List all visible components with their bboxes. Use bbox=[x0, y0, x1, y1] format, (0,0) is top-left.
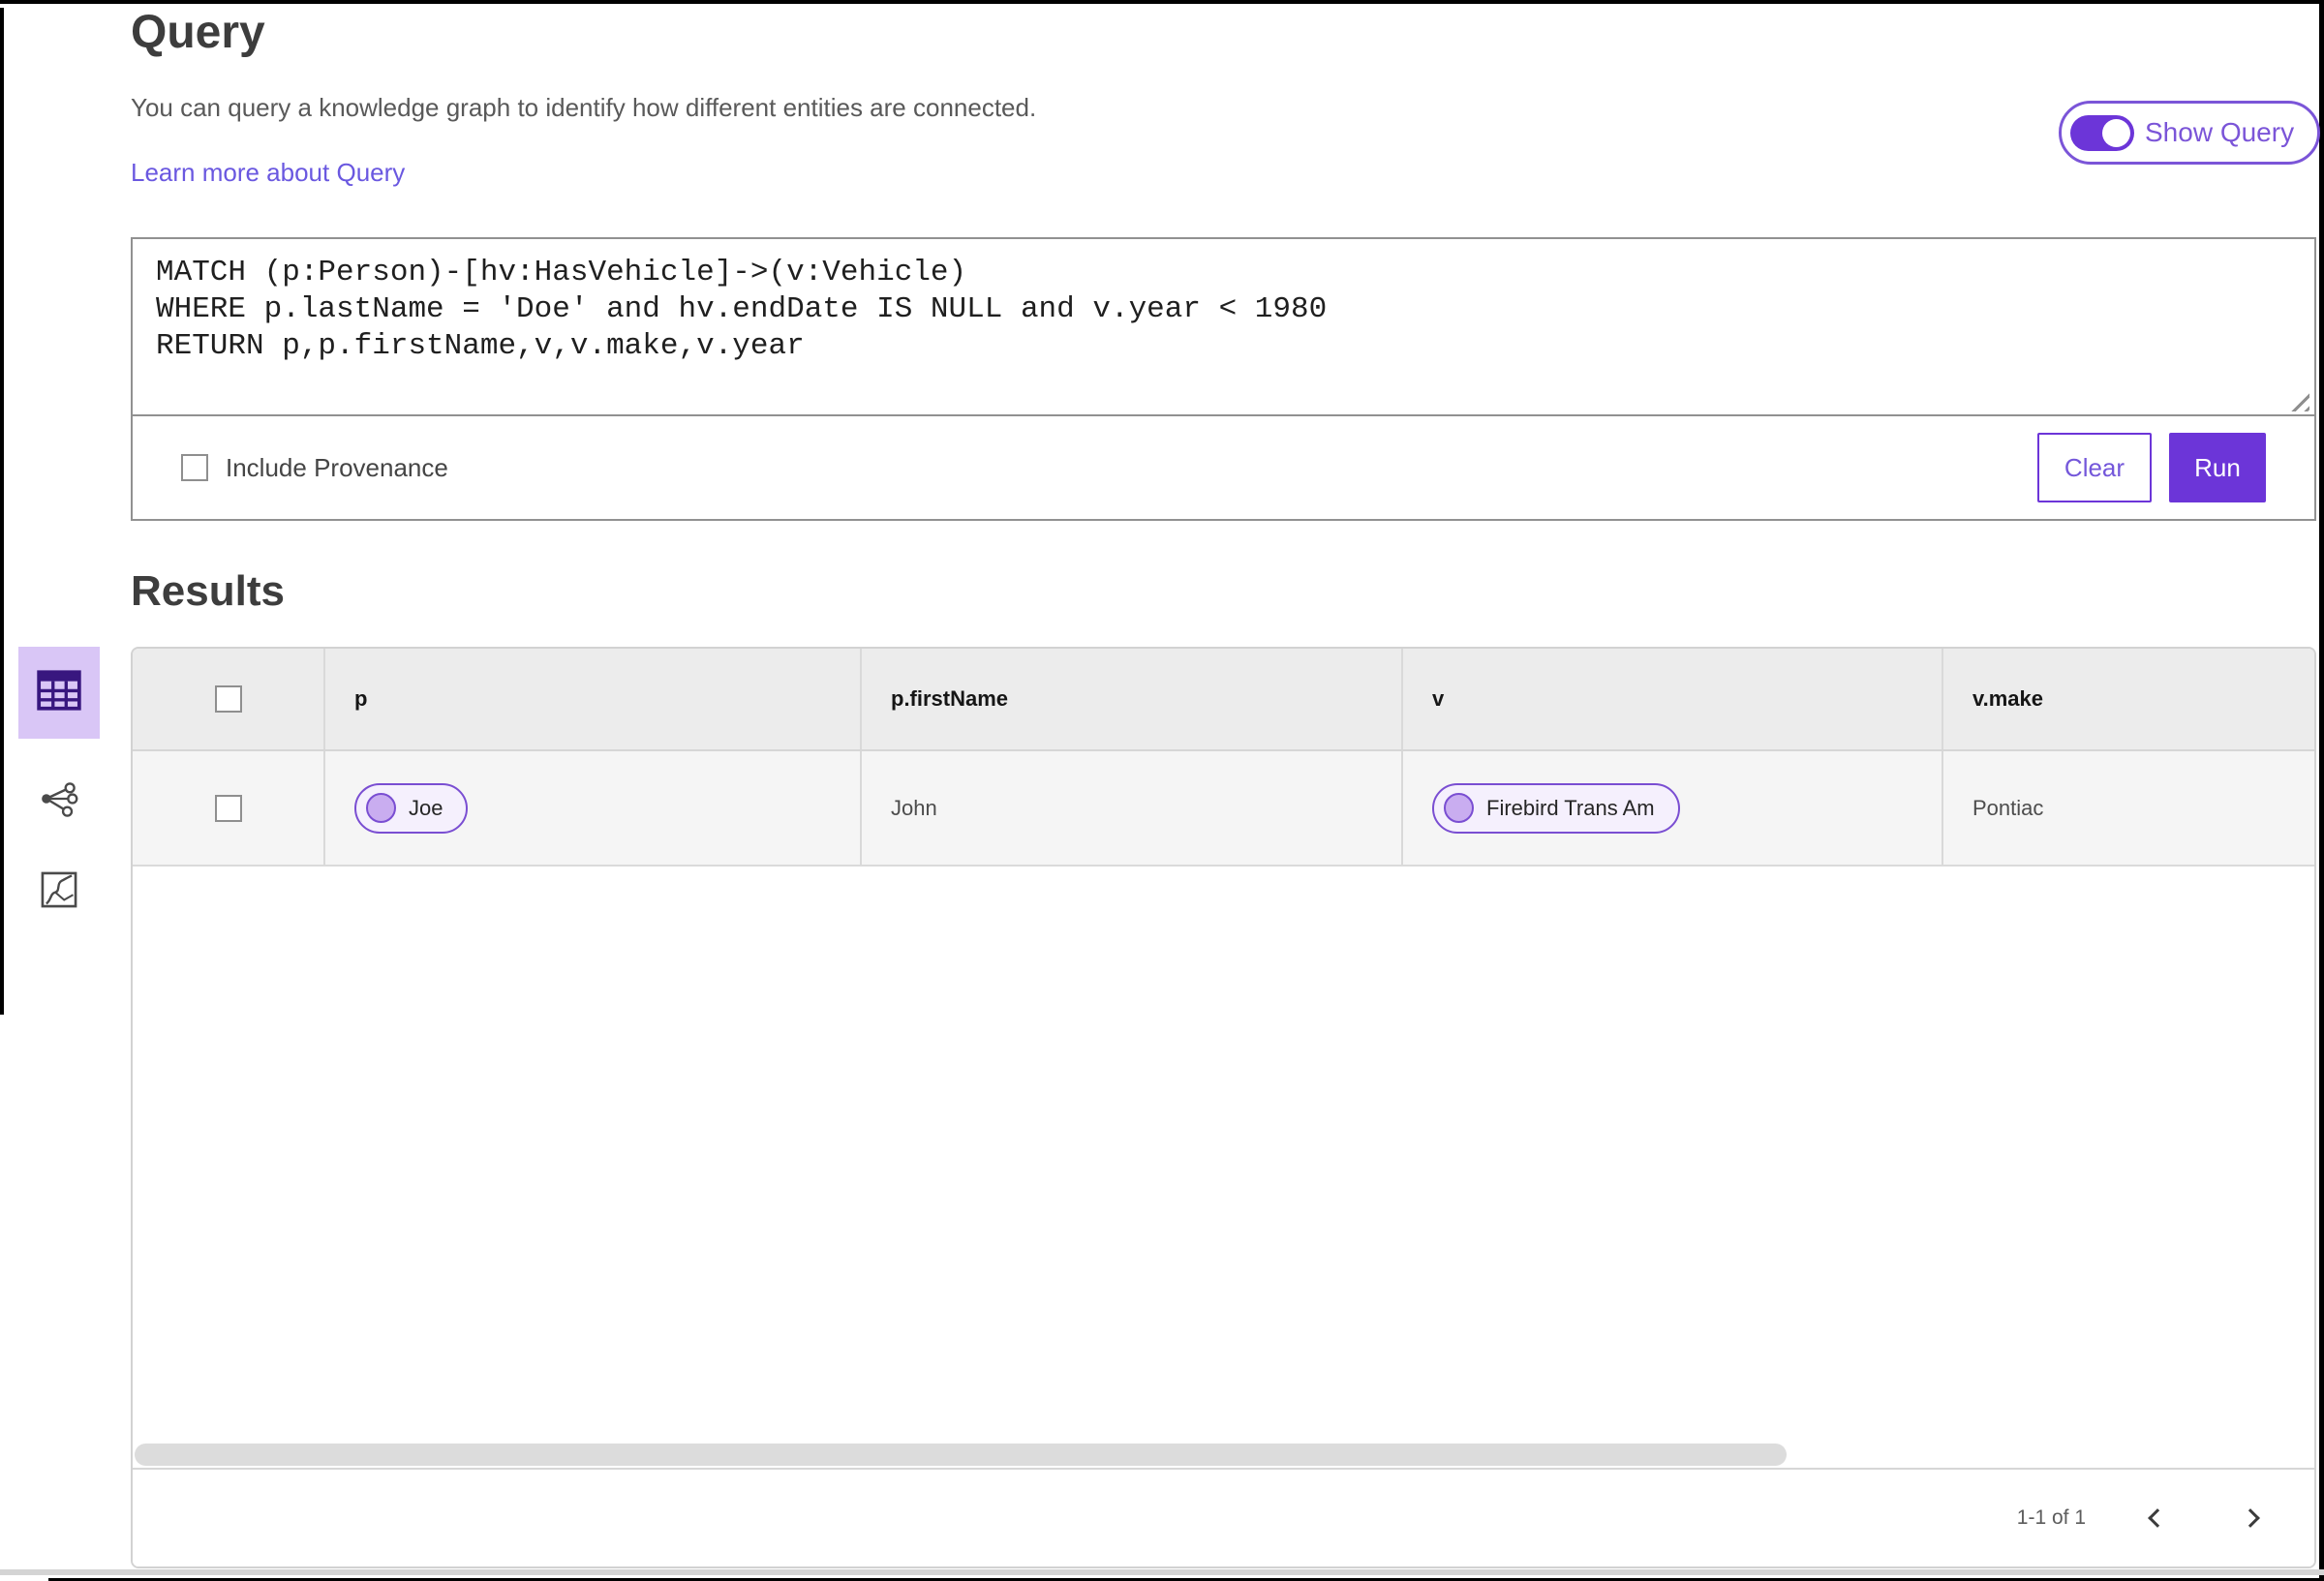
cell-v: Firebird Trans Am bbox=[1403, 751, 1943, 865]
query-panel-footer: Include Provenance Clear Run bbox=[133, 416, 2314, 519]
chevron-left-icon bbox=[2148, 1508, 2167, 1528]
column-header-v[interactable]: v bbox=[1403, 649, 1943, 749]
table-footer: 1-1 of 1 bbox=[133, 1468, 2314, 1566]
entity-node-icon bbox=[366, 793, 396, 823]
include-provenance-checkbox[interactable] bbox=[181, 454, 208, 481]
show-query-label: Show Query bbox=[2145, 117, 2295, 147]
results-table: p p.firstName v v.make Joe John Firebird… bbox=[131, 647, 2316, 1568]
cell-p-firstname: John bbox=[862, 751, 1403, 865]
run-button[interactable]: Run bbox=[2169, 433, 2266, 502]
table-view-icon bbox=[35, 668, 83, 717]
query-panel: MATCH (p:Person)-[hv:HasVehicle]->(v:Veh… bbox=[131, 237, 2316, 521]
entity-pill-label: Joe bbox=[409, 795, 443, 820]
chevron-right-icon bbox=[2241, 1508, 2260, 1528]
column-header-label: v bbox=[1432, 686, 1445, 711]
table-row[interactable]: Joe John Firebird Trans Am Pontiac bbox=[133, 751, 2314, 867]
entity-pill-vehicle[interactable]: Firebird Trans Am bbox=[1432, 782, 1680, 834]
entity-node-icon bbox=[1444, 793, 1474, 823]
network-view-button[interactable] bbox=[38, 779, 80, 822]
show-query-toggle[interactable]: Show Query bbox=[2059, 101, 2321, 165]
row-checkbox-cell bbox=[133, 751, 325, 865]
cell-v-make: Pontiac bbox=[1943, 751, 2314, 865]
select-all-checkbox[interactable] bbox=[214, 685, 242, 713]
include-provenance-label: Include Provenance bbox=[226, 452, 448, 482]
frame-top-edge bbox=[0, 0, 2324, 4]
map-view-icon bbox=[39, 869, 79, 915]
frame-left-edge bbox=[0, 8, 4, 1015]
column-header-p[interactable]: p bbox=[325, 649, 862, 749]
table-view-button[interactable] bbox=[18, 647, 100, 739]
table-header-row: p p.firstName v v.make bbox=[133, 649, 2314, 751]
column-header-p-firstname[interactable]: p.firstName bbox=[862, 649, 1403, 749]
cell-p: Joe bbox=[325, 751, 862, 865]
pagination-range-label: 1-1 of 1 bbox=[2016, 1506, 2086, 1529]
results-heading: Results bbox=[131, 567, 285, 615]
table-body-empty-area bbox=[133, 867, 2314, 1468]
page-scrollbar-track[interactable] bbox=[0, 1569, 2324, 1575]
entity-pill-person[interactable]: Joe bbox=[354, 782, 469, 834]
toggle-knob bbox=[2102, 118, 2130, 147]
entity-pill-label: Firebird Trans Am bbox=[1486, 795, 1655, 820]
previous-page-button[interactable] bbox=[2136, 1497, 2179, 1539]
clear-button[interactable]: Clear bbox=[2037, 433, 2152, 502]
horizontal-scrollbar-thumb[interactable] bbox=[135, 1444, 1787, 1466]
column-header-v-make[interactable]: v.make bbox=[1943, 649, 2314, 749]
network-view-icon bbox=[39, 778, 79, 824]
page-description: You can query a knowledge graph to ident… bbox=[131, 93, 1037, 122]
column-header-label: p bbox=[354, 686, 368, 711]
toggle-switch-icon[interactable] bbox=[2070, 114, 2134, 151]
cell-value: Pontiac bbox=[1972, 795, 2044, 820]
frame-right-edge bbox=[2319, 0, 2324, 1581]
header-checkbox-cell bbox=[133, 649, 325, 749]
cell-value: John bbox=[891, 795, 937, 820]
results-view-switcher bbox=[18, 647, 100, 913]
query-code-input[interactable]: MATCH (p:Person)-[hv:HasVehicle]->(v:Veh… bbox=[133, 239, 2314, 416]
learn-more-link[interactable]: Learn more about Query bbox=[131, 158, 405, 188]
map-view-button[interactable] bbox=[38, 870, 80, 913]
page-title: Query bbox=[131, 7, 265, 58]
next-page-button[interactable] bbox=[2229, 1497, 2272, 1539]
column-header-label: p.firstName bbox=[891, 686, 1009, 711]
column-header-label: v.make bbox=[1972, 686, 2043, 711]
row-checkbox[interactable] bbox=[214, 794, 242, 822]
